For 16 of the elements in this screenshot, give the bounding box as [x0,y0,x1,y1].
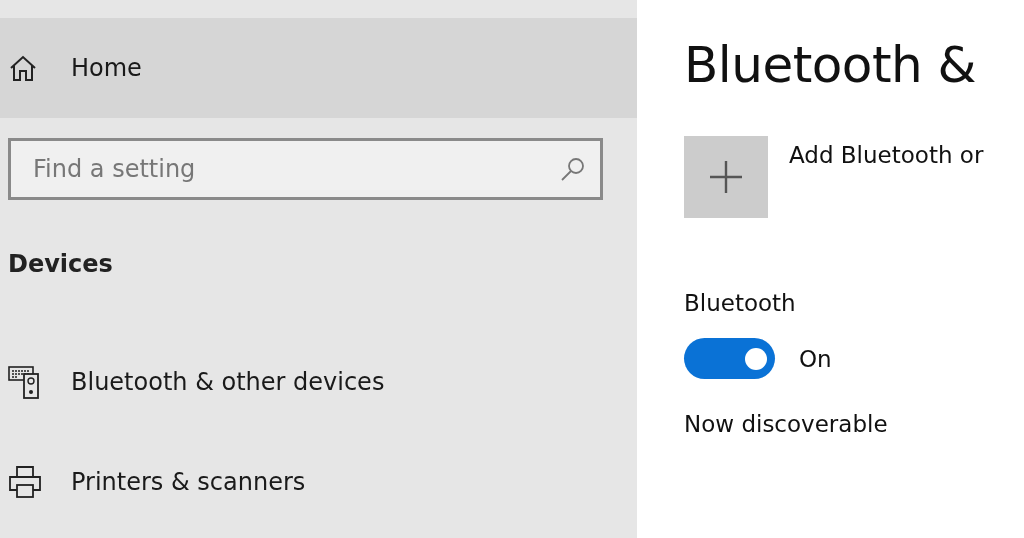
page-title: Bluetooth & [684,36,978,94]
bluetooth-toggle[interactable] [684,338,775,379]
search-icon [560,156,586,182]
toggle-state-text: On [799,345,832,372]
status-text: Now discoverable [684,411,889,437]
home-nav-item[interactable]: Home [0,18,637,118]
section-heading: Devices [8,250,114,278]
add-device-label[interactable]: Add Bluetooth or [789,142,984,168]
keyboard-speaker-icon [8,365,40,399]
sidebar-item[interactable]: Bluetooth & other devices [0,332,637,432]
home-icon [8,54,38,82]
search-field[interactable]: Find a setting [8,138,603,200]
printer-icon [8,465,42,499]
sidebar-item[interactable]: Printers & scanners [0,432,637,532]
plus-icon [709,160,743,194]
bluetooth-label: Bluetooth [684,290,797,316]
